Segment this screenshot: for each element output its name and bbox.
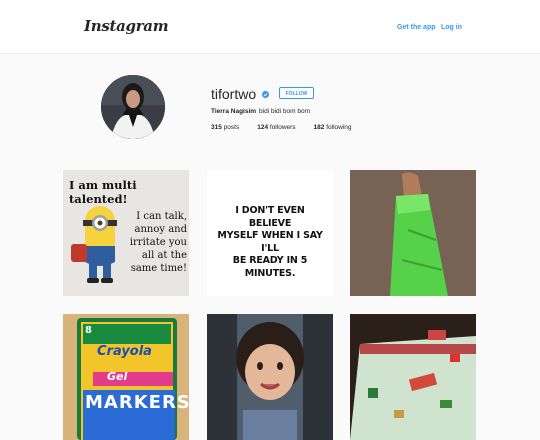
post-1-line: I can talk, bbox=[136, 211, 187, 222]
post-tile-4[interactable]: 8 Crayola Gel MARKERS bbox=[63, 314, 189, 440]
post-2-line: MYSELF WHEN I SAY I'LL bbox=[217, 230, 323, 254]
posts-count: 315 bbox=[211, 124, 222, 131]
green-cast-photo bbox=[350, 170, 476, 296]
post-2-quote: I DON'T EVEN BELIEVE MYSELF WHEN I SAY I… bbox=[213, 205, 327, 280]
post-1-line: same time! bbox=[130, 263, 187, 274]
profile-full-name: Tierra Nagisim bbox=[211, 108, 257, 115]
profile-bio-line: Tierra Nagisim bidi bidi bom bom bbox=[211, 108, 310, 115]
get-the-app-link[interactable]: Get the app bbox=[397, 24, 436, 31]
child-photo bbox=[207, 314, 333, 440]
post-1-line: irritate you bbox=[129, 237, 187, 248]
crayola-markers: MARKERS bbox=[85, 392, 189, 413]
monopoly-board-photo bbox=[350, 314, 476, 440]
post-1-line: annoy and bbox=[134, 224, 188, 235]
profile-stats: 315 posts 124 followers 182 following bbox=[211, 124, 370, 131]
verified-badge-icon bbox=[262, 91, 269, 98]
posts-stat: 315 posts bbox=[211, 124, 239, 131]
avatar-photo bbox=[101, 75, 165, 139]
followers-count: 124 bbox=[257, 124, 269, 131]
crayola-count: 8 bbox=[85, 325, 92, 336]
profile-avatar[interactable] bbox=[101, 75, 165, 139]
top-navigation-bar: Instagram Get the app Log in bbox=[0, 0, 540, 54]
post-2-line: I DON'T EVEN BELIEVE bbox=[235, 205, 305, 229]
following-stat[interactable]: 182 following bbox=[314, 124, 352, 131]
post-tile-5[interactable] bbox=[207, 314, 333, 440]
post-2-line: BE READY IN 5 MINUTES. bbox=[232, 255, 308, 279]
post-1-body: I can talk, annoy and irritate you all a… bbox=[129, 210, 187, 275]
following-label: following bbox=[326, 124, 352, 131]
log-in-link[interactable]: Log in bbox=[441, 24, 462, 31]
post-tile-1[interactable]: I am multi talented! I can talk, annoy a… bbox=[63, 170, 189, 296]
post-tile-6[interactable] bbox=[350, 314, 476, 440]
minion-illustration bbox=[71, 206, 117, 283]
following-count: 182 bbox=[313, 124, 325, 131]
crayola-brand: Crayola bbox=[97, 344, 152, 359]
post-1-line: all at the bbox=[141, 250, 187, 261]
profile-bio: bidi bidi bom bom bbox=[259, 108, 310, 115]
instagram-logo[interactable]: Instagram bbox=[84, 17, 169, 35]
posts-label: posts bbox=[223, 124, 240, 131]
followers-label: followers bbox=[269, 124, 296, 131]
crayola-gel: Gel bbox=[107, 370, 128, 383]
follow-button[interactable]: FOLLOW bbox=[279, 87, 314, 99]
profile-username: tifortwo bbox=[211, 86, 257, 102]
post-tile-2[interactable]: I DON'T EVEN BELIEVE MYSELF WHEN I SAY I… bbox=[207, 170, 333, 296]
post-tile-3[interactable] bbox=[350, 170, 476, 296]
followers-stat[interactable]: 124 followers bbox=[257, 124, 295, 131]
